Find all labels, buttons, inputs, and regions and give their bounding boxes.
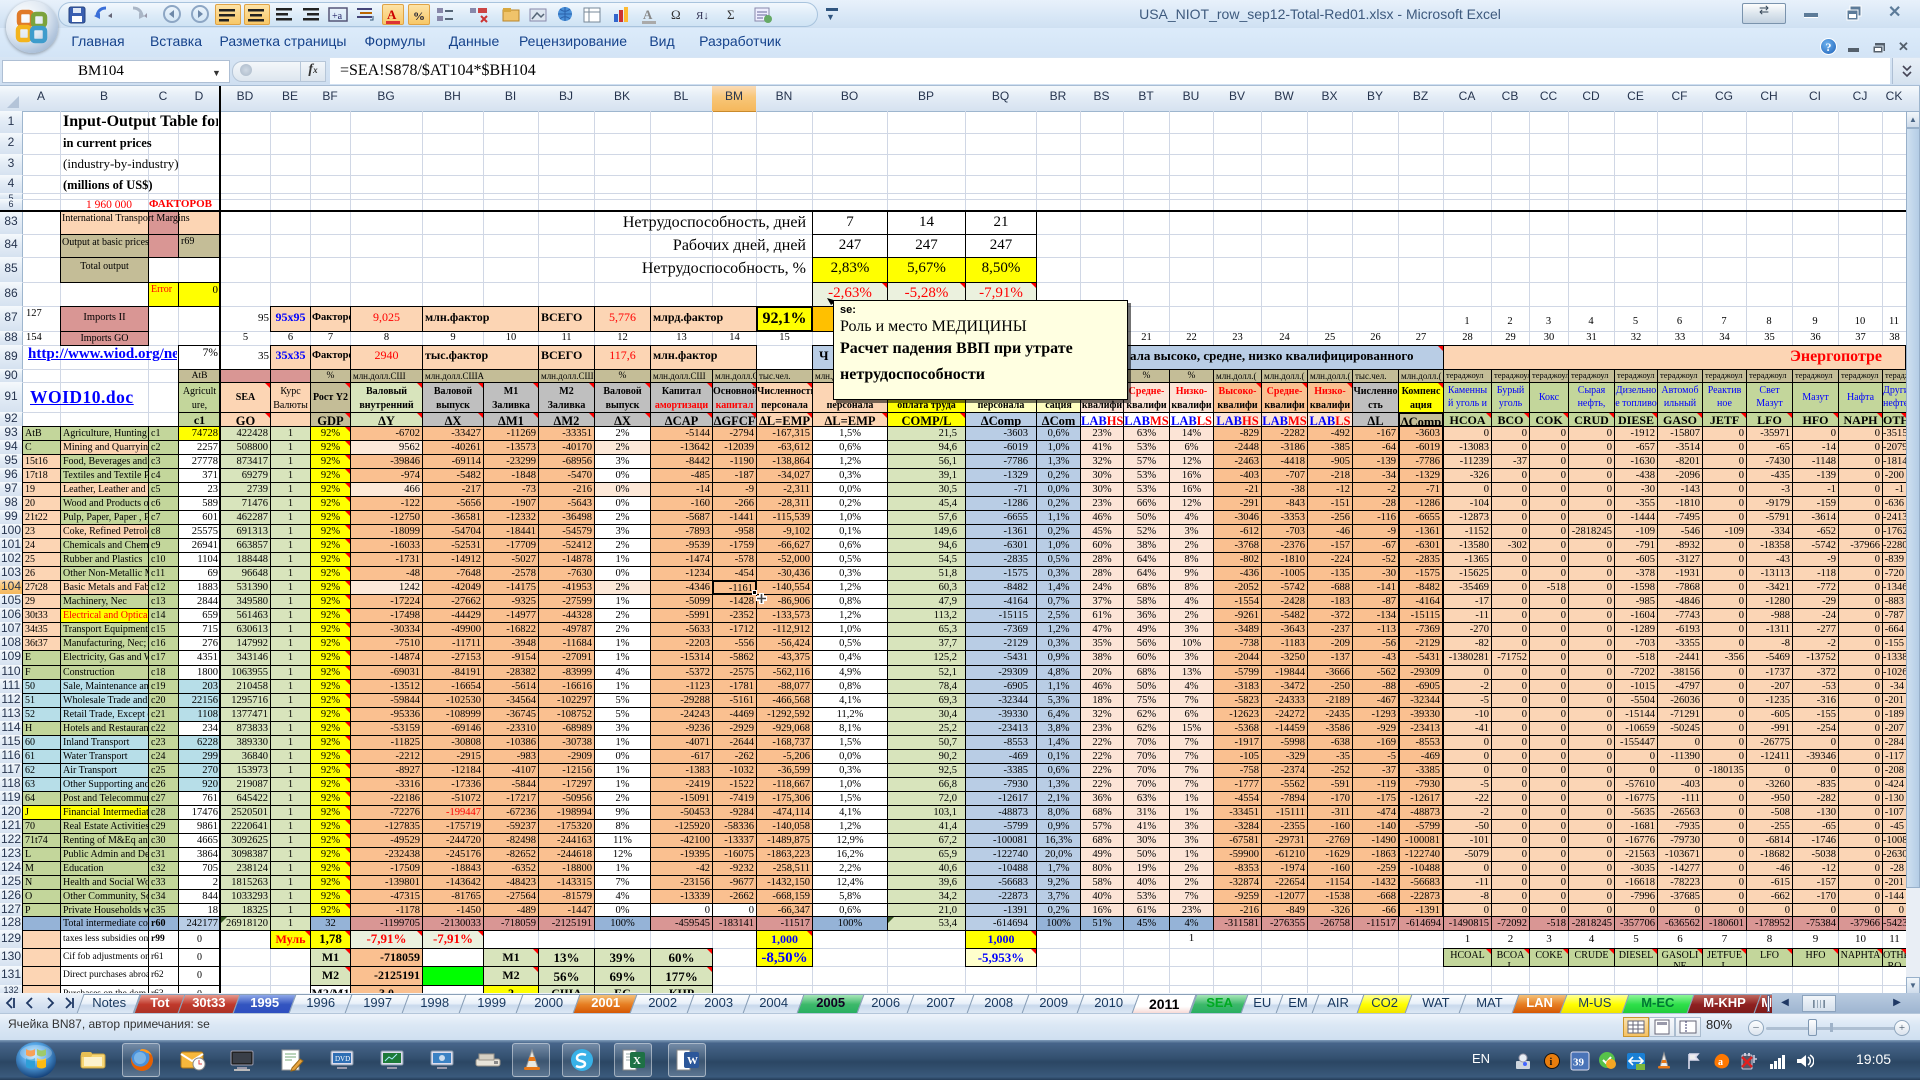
svg-text:X: X (633, 1055, 641, 1067)
svg-text:a: a (1718, 1057, 1723, 1068)
svg-text:Ω: Ω (671, 7, 681, 22)
svg-text:A: A (387, 7, 397, 22)
svg-text:A: A (643, 7, 653, 22)
svg-text:%: % (413, 9, 425, 23)
svg-text:i: i (1550, 1057, 1553, 1068)
svg-text:+a: +a (332, 11, 343, 22)
svg-text:W: W (687, 1055, 698, 1067)
svg-text:Я↓: Я↓ (696, 10, 709, 22)
svg-text:Σ: Σ (727, 7, 735, 22)
svg-text:39: 39 (1573, 1057, 1585, 1069)
svg-text:DVD: DVD (335, 1055, 350, 1063)
